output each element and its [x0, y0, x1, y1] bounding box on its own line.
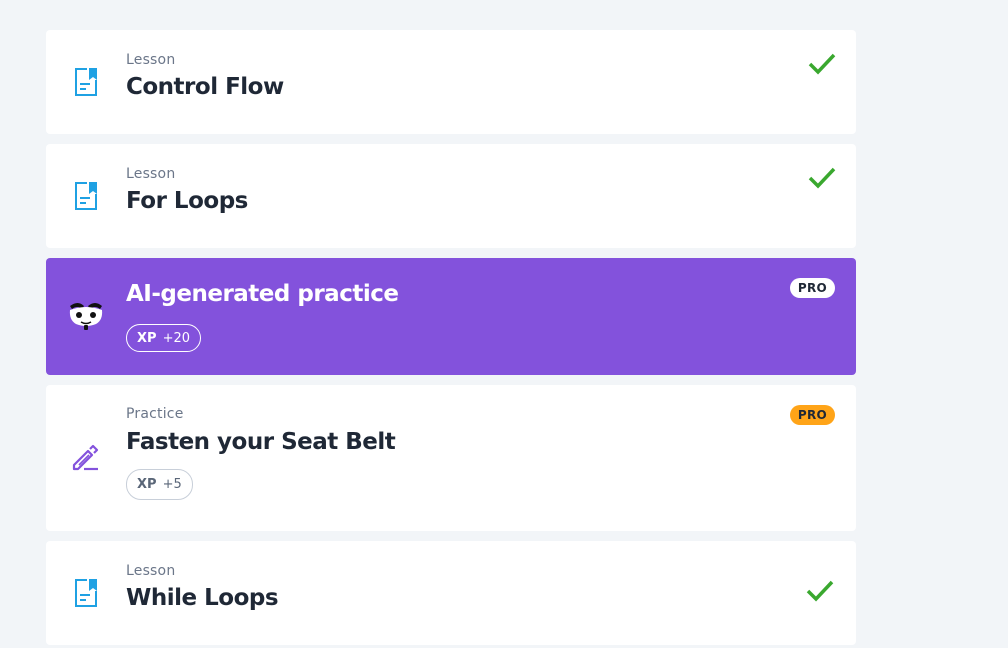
card-content: AI-generated practice XP +20	[126, 280, 399, 352]
xp-value: +20	[162, 331, 190, 346]
pro-badge: PRO	[789, 278, 835, 298]
xp-label: XP	[137, 477, 157, 492]
item-title: While Loops	[126, 585, 279, 611]
xp-label: XP	[137, 331, 157, 346]
lesson-card-while-loops[interactable]: Lesson While Loops	[46, 541, 856, 645]
course-items-list: Lesson Control Flow Lesson For Loops AI-…	[46, 30, 856, 645]
item-kind-label: Practice	[126, 406, 184, 422]
item-kind-label: Lesson	[126, 563, 176, 579]
lesson-document-icon	[75, 68, 97, 96]
practice-card-fasten-your-seat-belt[interactable]: Practice Fasten your Seat Belt XP +5 PRO	[46, 385, 856, 531]
ai-mascot-icon	[69, 303, 103, 330]
pencil-practice-icon	[72, 444, 99, 471]
lesson-document-icon	[75, 579, 97, 607]
card-content: Practice Fasten your Seat Belt XP +5	[126, 405, 396, 500]
lesson-card-for-loops[interactable]: Lesson For Loops	[46, 144, 856, 248]
card-content: Lesson For Loops	[126, 165, 248, 215]
card-content: Lesson Control Flow	[126, 51, 284, 101]
xp-badge: XP +5	[126, 469, 193, 500]
xp-badge: XP +20	[126, 324, 201, 352]
item-title: Control Flow	[126, 74, 284, 100]
card-content: Lesson While Loops	[126, 562, 279, 612]
lesson-document-icon	[75, 182, 97, 210]
checkmark-icon	[808, 167, 836, 189]
checkmark-icon	[808, 53, 836, 75]
pro-badge: PRO	[789, 405, 835, 425]
item-kind-label: Lesson	[126, 52, 176, 68]
item-kind-label: Lesson	[126, 166, 176, 182]
ai-practice-card[interactable]: AI-generated practice XP +20 PRO	[46, 258, 856, 375]
item-title: For Loops	[126, 188, 248, 214]
item-title: AI-generated practice	[126, 281, 399, 307]
item-title: Fasten your Seat Belt	[126, 429, 396, 455]
xp-value: +5	[162, 477, 182, 492]
lesson-card-control-flow[interactable]: Lesson Control Flow	[46, 30, 856, 134]
checkmark-icon	[806, 580, 834, 602]
